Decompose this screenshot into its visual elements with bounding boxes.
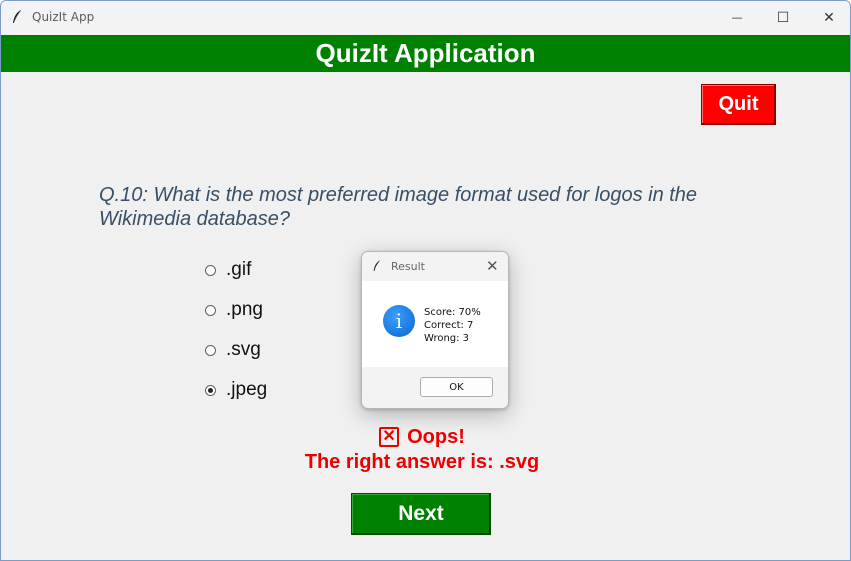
title-bar: QuizIt App — ☐ ✕ [1, 1, 850, 34]
question-text: Q.10: What is the most preferred image f… [99, 184, 698, 230]
option-label: .png [226, 299, 263, 320]
ok-button[interactable]: OK [420, 377, 493, 397]
correct-answer-text: The right answer is: .svg [304, 451, 540, 473]
x-box-icon: ✕ [379, 427, 400, 447]
option-jpeg[interactable]: .jpeg [205, 378, 267, 402]
minimize-button[interactable]: — [714, 1, 760, 34]
feather-icon [13, 9, 22, 23]
result-dialog: Result ✕ i Score: 70% Correct: 7 Wrong: … [361, 251, 509, 409]
minimize-icon: — [731, 11, 743, 24]
dialog-title-bar: Result ✕ [362, 252, 508, 281]
dialog-body: i Score: 70% Correct: 7 Wrong: 3 [362, 281, 508, 367]
result-lines: Score: 70% Correct: 7 Wrong: 3 [424, 306, 481, 345]
app-header: QuizIt Application [1, 35, 850, 72]
option-label: .gif [226, 259, 252, 280]
radio-button[interactable] [205, 304, 216, 316]
dialog-close-icon[interactable]: ✕ [486, 257, 499, 275]
option-gif[interactable]: .gif [205, 258, 251, 282]
app-window: QuizIt App — ☐ ✕ QuizIt Application Quit… [0, 0, 851, 561]
option-svg[interactable]: .svg [205, 338, 261, 362]
option-label: .jpeg [226, 379, 268, 400]
correct-line: Correct: 7 [424, 320, 474, 331]
feather-icon [373, 260, 381, 271]
close-icon: ✕ [823, 9, 835, 26]
radio-button[interactable] [205, 344, 216, 356]
option-label: .svg [226, 339, 261, 360]
app-title: QuizIt Application [315, 38, 536, 68]
score-line: Score: 70% [424, 307, 481, 318]
close-button[interactable]: ✕ [806, 1, 850, 34]
quit-button[interactable]: Quit [701, 84, 776, 125]
option-png[interactable]: .png [205, 298, 263, 322]
next-button[interactable]: Next [351, 493, 491, 535]
feedback-message: ✕ Oops! The right answer is: .svg [291, 425, 553, 475]
maximize-button[interactable]: ☐ [760, 1, 806, 34]
wrong-line: Wrong: 3 [424, 333, 470, 344]
maximize-icon: ☐ [776, 9, 790, 26]
window-title: QuizIt App [32, 10, 95, 24]
info-icon: i [383, 305, 415, 337]
dialog-title: Result [391, 260, 425, 273]
radio-button[interactable] [205, 264, 216, 276]
radio-button-selected[interactable] [205, 384, 216, 396]
oops-text: Oops! [407, 426, 465, 448]
